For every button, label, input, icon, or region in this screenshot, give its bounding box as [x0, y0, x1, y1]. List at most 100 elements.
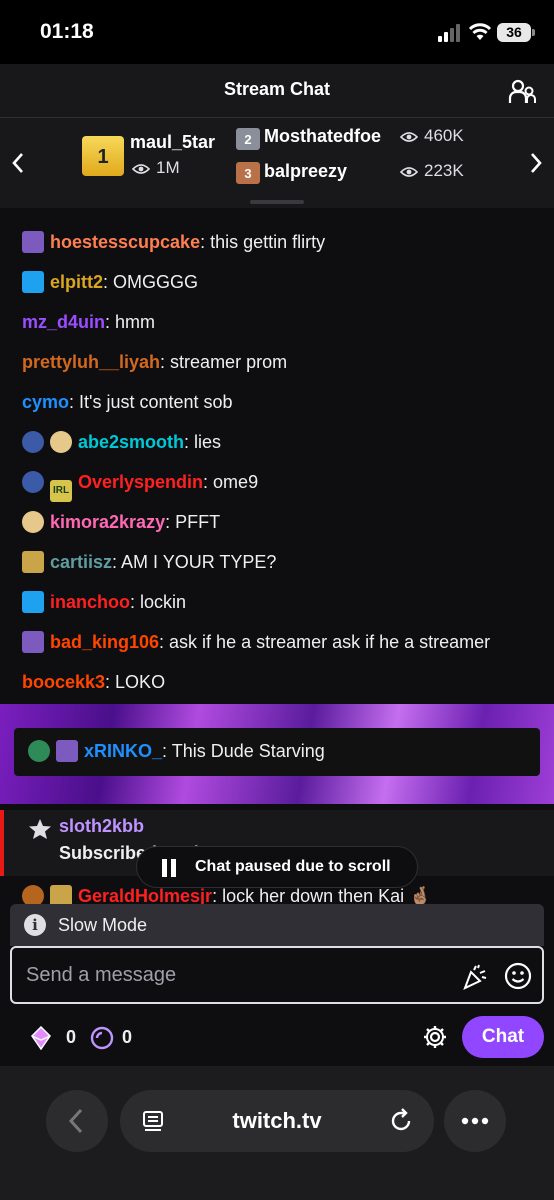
bits-icon[interactable] — [30, 1026, 52, 1050]
leaderboard-second-name[interactable]: Mosthatedfoe — [264, 126, 381, 147]
chat-username[interactable]: Overlyspendin — [78, 472, 203, 492]
signal-icon — [438, 24, 460, 42]
leaderboard-third-name[interactable]: balpreezy — [264, 161, 347, 182]
prime-badge-icon — [22, 591, 44, 613]
chat-text: : PFFT — [165, 512, 221, 532]
chat-message[interactable]: prettyluh__liyah: streamer prom — [22, 350, 542, 374]
status-bar: 01:18 36 — [0, 0, 554, 64]
chat-message[interactable]: bad_king106: ask if he a streamer ask if… — [22, 630, 542, 654]
star-icon — [29, 819, 51, 839]
chat-message[interactable]: kimora2krazy: PFFT — [22, 510, 542, 534]
chat-message[interactable]: abe2smooth: lies — [22, 430, 542, 454]
chat-text: : AM I YOUR TYPE? — [112, 552, 277, 572]
browser-back-button[interactable] — [46, 1090, 108, 1152]
compass-badge-icon — [22, 511, 44, 533]
url-text: twitch.tv — [232, 1108, 322, 1133]
message-input[interactable] — [26, 960, 446, 990]
chat-text: : lockin — [130, 592, 187, 612]
slow-mode-notice: i Slow Mode — [10, 904, 544, 946]
leaderboard-second-viewers: 460K — [400, 126, 464, 146]
party-popper-icon[interactable] — [462, 964, 488, 990]
chat-text: : LOKO — [105, 672, 166, 692]
chat-message[interactable]: IRL Overlyspendin: ome9 — [22, 470, 542, 502]
agent-badge-icon — [22, 471, 44, 493]
chat-header: Stream Chat — [0, 64, 554, 118]
chat-username[interactable]: mz_d4uin — [22, 312, 105, 332]
bits-count: 0 — [66, 1027, 77, 1047]
chat-footer: 0 0 Chat — [0, 1010, 554, 1066]
chat-text: : OMGGGG — [103, 272, 199, 292]
battery-nub — [532, 29, 535, 36]
eye-icon — [400, 166, 418, 177]
community-icon[interactable] — [508, 78, 536, 106]
channel-points-icon[interactable] — [90, 1026, 114, 1050]
chat-message[interactable]: mz_d4uin: hmm — [22, 310, 542, 334]
address-bar[interactable]: twitch.tv — [120, 1090, 434, 1152]
reload-icon[interactable] — [388, 1108, 414, 1134]
agent-badge-icon — [22, 431, 44, 453]
wifi-icon — [468, 23, 492, 40]
chat-log[interactable]: hoestesscupcake: this gettin flirty elpi… — [0, 208, 554, 908]
subscriber-name[interactable]: sloth2kbb — [59, 816, 144, 837]
more-icon — [461, 1117, 489, 1125]
sword-badge-icon — [56, 740, 78, 762]
chat-message[interactable]: hoestesscupcake: this gettin flirty — [22, 230, 542, 254]
chat-paused-button[interactable]: Chat paused due to scroll — [136, 846, 418, 888]
eye-icon — [400, 131, 418, 142]
chat-message[interactable]: cymo: It's just content sob — [22, 390, 542, 414]
drag-handle[interactable] — [250, 200, 304, 204]
chat-username[interactable]: cartiisz — [50, 552, 112, 572]
chat-username[interactable]: boocekk3 — [22, 672, 105, 692]
chat-username[interactable]: kimora2krazy — [50, 512, 165, 532]
chat-username[interactable]: bad_king106 — [50, 632, 159, 652]
chevron-left-icon — [68, 1108, 83, 1134]
chat-text: : This Dude Starving — [162, 741, 325, 761]
rank-3-badge: 3 — [236, 162, 260, 184]
irl-badge-icon: IRL — [50, 480, 72, 502]
message-input-box[interactable] — [10, 946, 544, 1004]
chat-send-button[interactable]: Chat — [462, 1016, 544, 1058]
chat-text: : lies — [184, 432, 222, 452]
status-time: 01:18 — [40, 20, 94, 43]
chat-message[interactable]: inanchoo: lockin — [22, 590, 542, 614]
chat-username[interactable]: abe2smooth — [78, 432, 184, 452]
pause-icon — [162, 859, 176, 877]
chat-username[interactable]: cymo — [22, 392, 69, 412]
gold-badge-icon — [22, 551, 44, 573]
gear-icon[interactable] — [422, 1024, 448, 1050]
chat-text: : lock her down then Kai 🤞🏽 — [212, 886, 432, 906]
chevron-right-icon[interactable] — [526, 150, 546, 176]
leaderboard-first-name[interactable]: maul_5tar — [130, 132, 215, 153]
rank-1-badge: 1 — [82, 136, 124, 176]
chat-username[interactable]: prettyluh__liyah — [22, 352, 160, 372]
chat-text: : ask if he a streamer ask if he a strea… — [159, 632, 491, 652]
chat-message[interactable]: boocekk3: LOKO — [22, 670, 542, 694]
chat-username[interactable]: inanchoo — [50, 592, 130, 612]
leaderboard-third-viewers: 223K — [400, 161, 464, 181]
chat-text: : ome9 — [203, 472, 259, 492]
eye-icon — [132, 163, 150, 174]
turbo-badge-icon — [22, 231, 44, 253]
highlighted-message-banner: xRINKO_: This Dude Starving — [0, 704, 554, 804]
channel-points-count: 0 — [122, 1027, 133, 1047]
page-title: Stream Chat — [223, 79, 331, 99]
browser-toolbar: twitch.tv — [0, 1066, 554, 1200]
agent-badge-icon — [28, 740, 50, 762]
highlighted-message[interactable]: xRINKO_: This Dude Starving — [14, 728, 540, 776]
chat-username[interactable]: GeraldHolmesjr — [78, 886, 212, 906]
chat-text: : It's just content sob — [69, 392, 233, 412]
chevron-left-icon[interactable] — [8, 150, 28, 176]
chat-username[interactable]: xRINKO_ — [84, 741, 162, 761]
chat-username[interactable]: hoestesscupcake — [50, 232, 200, 252]
slow-mode-label: Slow Mode — [58, 915, 148, 935]
leaderboard: 1 maul_5tar 1M 2 Mosthatedfoe 460K 3 bal… — [0, 118, 554, 208]
info-icon: i — [24, 914, 46, 936]
chat-paused-label: Chat paused due to scroll — [195, 858, 391, 875]
prime-badge-icon — [22, 271, 44, 293]
more-options-button[interactable] — [444, 1090, 506, 1152]
chat-message[interactable]: cartiisz: AM I YOUR TYPE? — [22, 550, 542, 574]
emote-icon[interactable] — [504, 962, 532, 990]
chat-message[interactable]: elpitt2: OMGGGG — [22, 270, 542, 294]
leaderboard-first-viewers: 1M — [132, 158, 180, 178]
chat-username[interactable]: elpitt2 — [50, 272, 103, 292]
